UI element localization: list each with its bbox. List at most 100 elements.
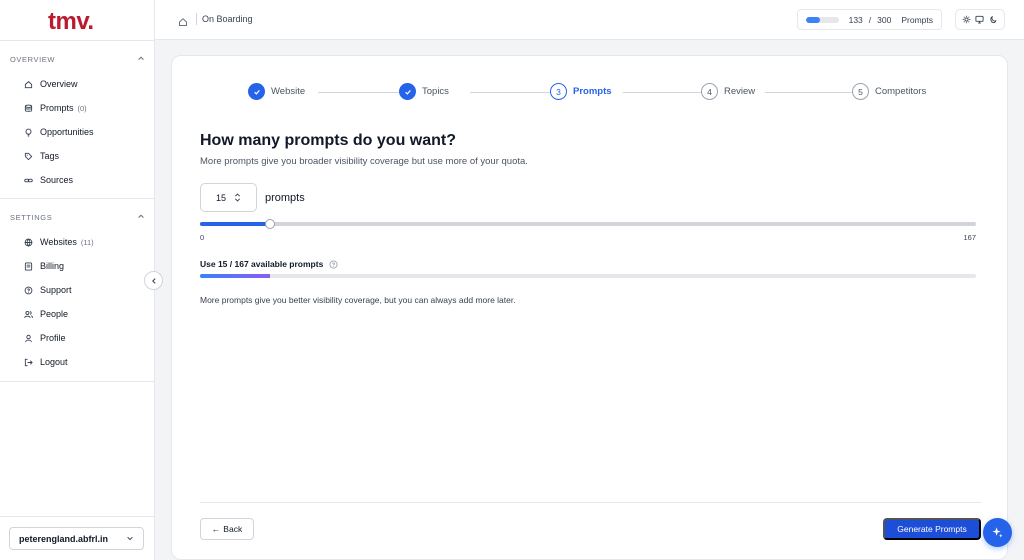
section-header-overview[interactable]: OVERVIEW <box>10 54 145 64</box>
step-review[interactable]: 4 Review <box>701 83 755 100</box>
sidebar-item-label: Opportunities <box>40 127 94 137</box>
step-label: Prompts <box>573 86 612 97</box>
sidebar-item-label: Overview <box>40 79 78 89</box>
monitor-icon[interactable] <box>974 14 985 25</box>
arrow-left-icon: ← <box>211 524 221 534</box>
breadcrumb: On Boarding <box>202 14 253 24</box>
footer-divider <box>200 502 981 503</box>
onboarding-stepper: Website Topics 3 Prompts 4 Review 5 Comp… <box>248 83 938 103</box>
quota-label: Prompts <box>901 14 933 25</box>
sidebar-item-label: Support <box>40 285 72 295</box>
section-header-settings[interactable]: SETTINGS <box>10 212 145 222</box>
step-connector <box>470 92 554 93</box>
tag-icon <box>24 152 33 161</box>
step-label: Review <box>724 86 756 97</box>
usage-progress-fill <box>200 274 270 278</box>
chevron-up-icon <box>137 212 145 222</box>
step-label: Topics <box>422 86 449 97</box>
sidebar-item-count: (11) <box>80 237 94 247</box>
quota-separator: / <box>868 14 872 25</box>
sidebar-item-label: Websites <box>40 237 77 247</box>
chevron-left-icon <box>150 277 158 285</box>
lightbulb-icon <box>24 128 33 137</box>
sidebar-divider <box>0 40 155 41</box>
brand-logo[interactable]: tmv. <box>48 8 94 36</box>
step-topics[interactable]: Topics <box>399 83 449 100</box>
sidebar-item-opportunities[interactable]: Opportunities <box>24 125 94 139</box>
section-title: OVERVIEW <box>10 54 56 64</box>
step-connector <box>623 92 702 93</box>
step-website[interactable]: Website <box>248 83 305 100</box>
usage-progress-bar <box>200 274 976 278</box>
check-icon <box>248 83 265 100</box>
sidebar-item-tags[interactable]: Tags <box>24 149 59 163</box>
step-number: 4 <box>701 83 718 100</box>
sidebar-item-sources[interactable]: Sources <box>24 173 73 187</box>
help-circle-icon[interactable] <box>329 259 338 269</box>
sidebar-item-people[interactable]: People <box>24 307 68 321</box>
sidebar-item-logout[interactable]: Logout <box>24 355 68 369</box>
slider-min-label: 0 <box>200 233 205 242</box>
sidebar-item-overview[interactable]: Overview <box>24 77 78 91</box>
chevron-up-icon <box>137 54 145 64</box>
home-icon <box>24 80 33 89</box>
back-button-label: Back <box>223 524 243 534</box>
quota-progress-bar <box>806 16 839 23</box>
coverage-note: More prompts give you better visibility … <box>200 295 516 305</box>
usage-label: Use 15 / 167 available prompts <box>200 259 338 269</box>
updown-arrows-icon[interactable] <box>234 193 241 202</box>
breadcrumb-separator <box>196 13 197 25</box>
quota-used: 133 <box>848 14 863 25</box>
moon-icon[interactable] <box>988 14 999 25</box>
slider-fill <box>200 222 270 226</box>
ai-assistant-button[interactable] <box>983 518 1012 547</box>
step-prompts[interactable]: 3 Prompts <box>550 83 612 100</box>
sidebar-item-profile[interactable]: Profile <box>24 331 66 345</box>
chevron-down-icon <box>126 534 134 544</box>
home-icon[interactable] <box>178 14 188 26</box>
check-icon <box>399 83 416 100</box>
database-icon <box>24 104 33 113</box>
link-icon <box>24 176 33 185</box>
sidebar-item-label: Tags <box>40 151 60 161</box>
sidebar-item-websites[interactable]: Websites (11) <box>24 235 94 249</box>
sidebar-divider <box>0 381 155 382</box>
prompt-quota[interactable]: 133 / 300 Prompts <box>797 9 942 30</box>
prompt-count-stepper[interactable]: 15 <box>200 183 257 212</box>
page-title: How many prompts do you want? <box>200 132 457 149</box>
sidebar-item-label: Prompts <box>40 103 74 113</box>
generate-button-label: Generate Prompts <box>897 524 967 534</box>
quota-total: 300 <box>877 14 892 25</box>
quota-progress-fill <box>806 16 821 23</box>
sidebar-item-label: Profile <box>40 333 66 343</box>
sun-icon[interactable] <box>961 14 972 25</box>
sidebar: tmv. OVERVIEW Overview Prompts (0) Oppor… <box>0 0 155 560</box>
website-selector[interactable]: peterengland.abfrl.in <box>9 527 144 550</box>
page-subtitle: More prompts give you broader visibility… <box>200 156 528 167</box>
logout-icon <box>24 358 33 367</box>
sidebar-divider <box>0 198 155 199</box>
back-button[interactable]: ← Back <box>200 518 254 540</box>
top-bar: On Boarding 133 / 300 Prompts <box>155 0 1024 40</box>
step-competitors[interactable]: 5 Competitors <box>852 83 926 100</box>
collapse-sidebar-button[interactable] <box>144 271 163 290</box>
globe-icon <box>24 238 33 247</box>
sidebar-item-support[interactable]: Support <box>24 283 72 297</box>
sidebar-item-prompts[interactable]: Prompts (0) <box>24 101 87 115</box>
people-icon <box>24 310 33 319</box>
onboarding-card: Website Topics 3 Prompts 4 Review 5 Comp… <box>171 55 1008 560</box>
user-icon <box>24 334 33 343</box>
step-number: 3 <box>550 83 567 100</box>
sidebar-item-label: Logout <box>40 357 68 367</box>
support-icon <box>24 286 33 295</box>
sidebar-divider <box>0 516 155 517</box>
sparkle-icon <box>991 526 1004 539</box>
sidebar-item-count: (0) <box>77 103 87 113</box>
sidebar-item-billing[interactable]: Billing <box>24 259 64 273</box>
slider-max-label: 167 <box>963 233 976 242</box>
generate-prompts-button[interactable]: Generate Prompts <box>883 518 981 540</box>
sidebar-item-label: Sources <box>40 175 74 185</box>
prompt-count-slider[interactable] <box>200 219 976 229</box>
website-selector-value: peterengland.abfrl.in <box>19 533 109 544</box>
slider-thumb[interactable] <box>264 219 275 229</box>
